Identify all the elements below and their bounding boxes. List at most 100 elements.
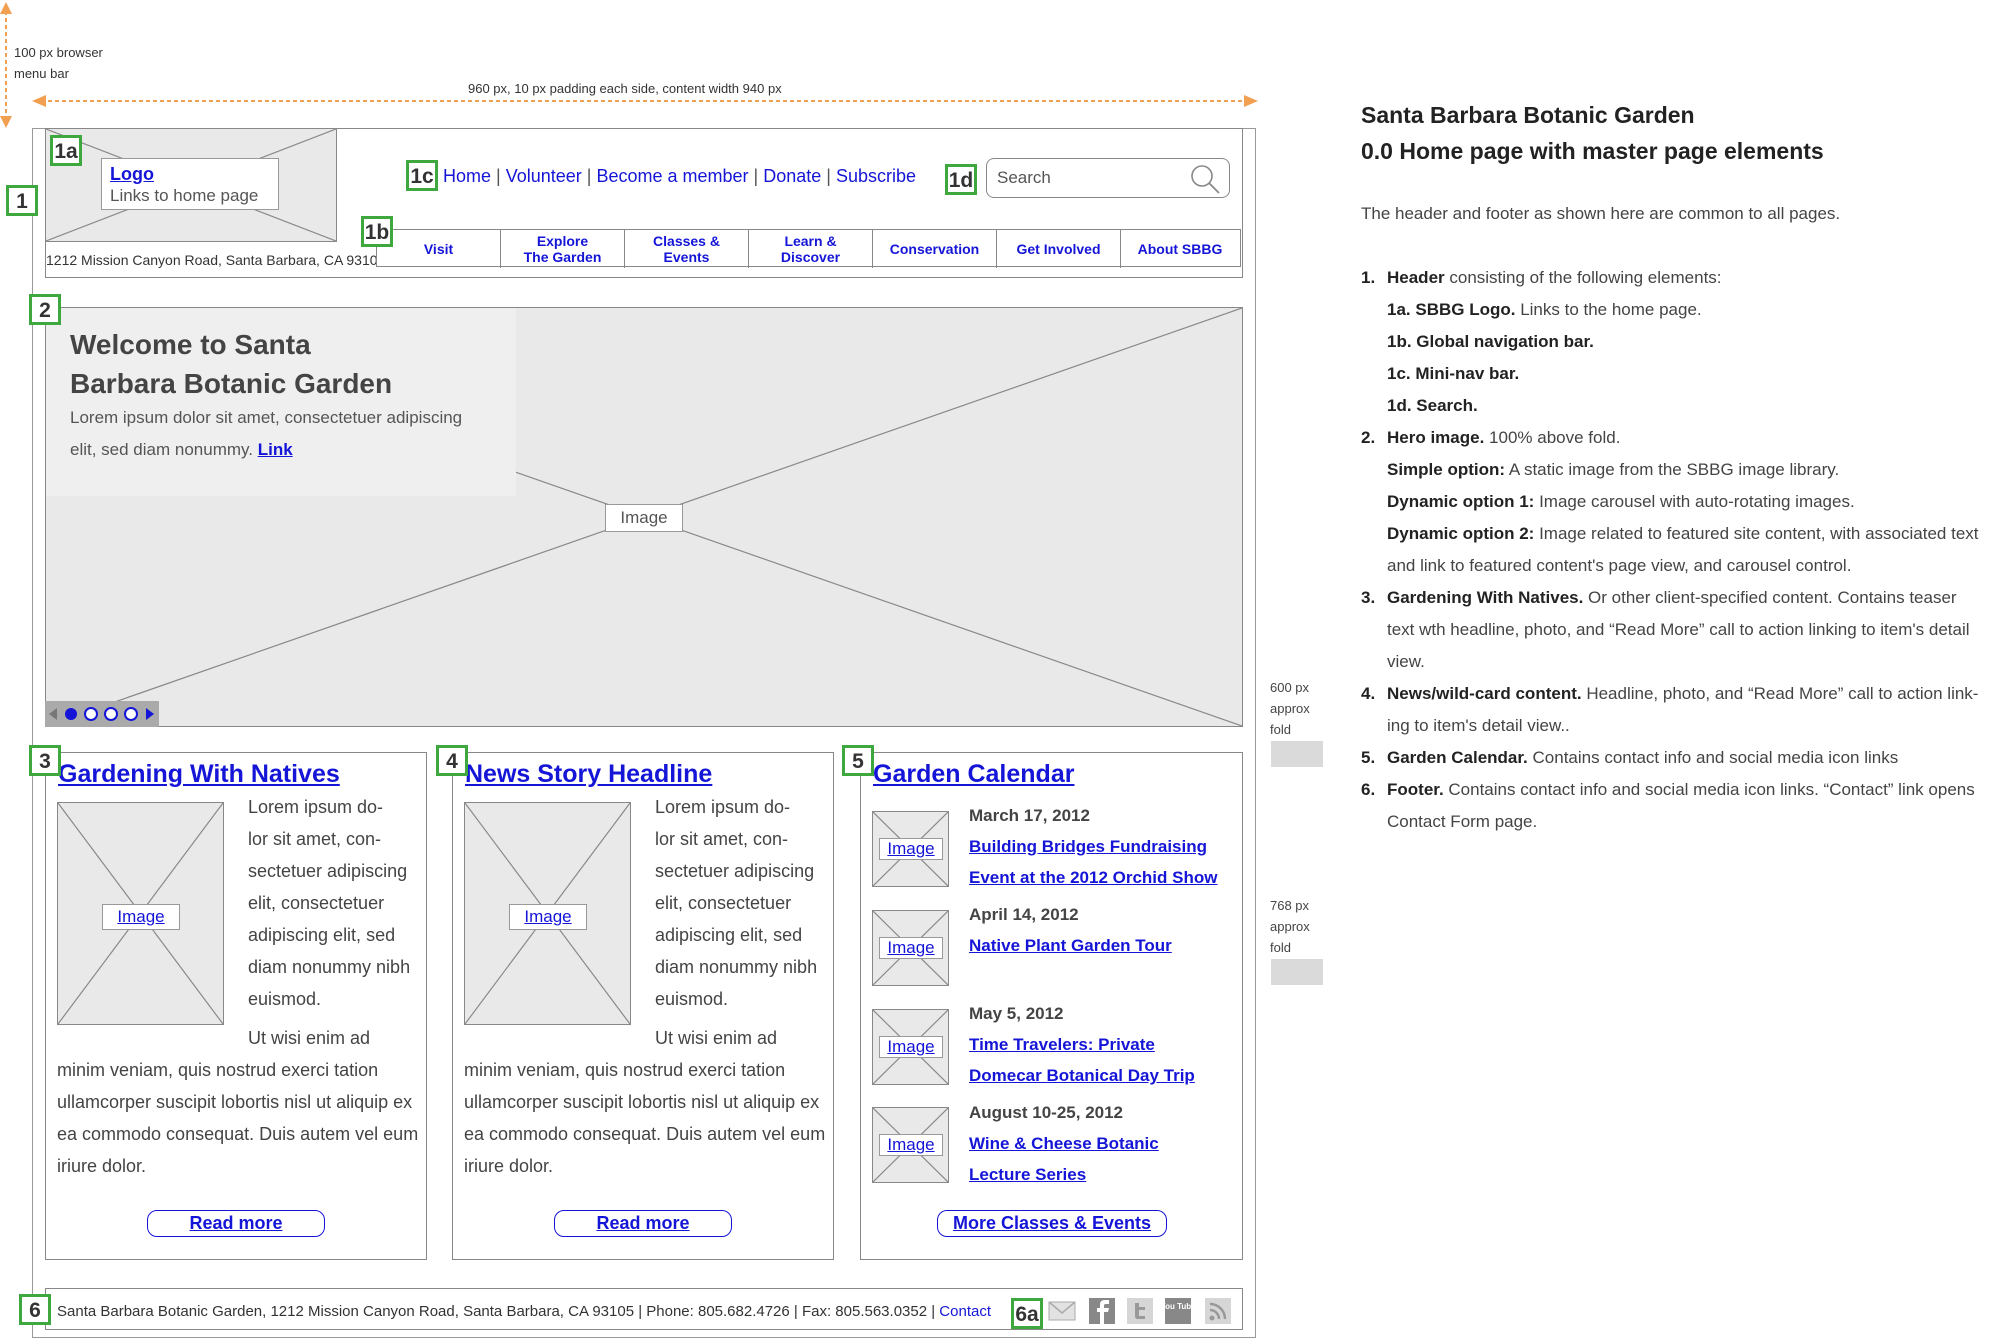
carousel-dot-1[interactable] xyxy=(65,708,77,720)
notes-item-text: Image carousel with auto-rotating images… xyxy=(1534,492,1855,511)
natives-read-more-button[interactable]: Read more xyxy=(147,1210,325,1237)
nav-classes-events[interactable]: Classes & Events xyxy=(625,230,749,268)
notes-item: 4. News/wild-card content. Headline, phot… xyxy=(1361,678,2000,710)
footer-text: Santa Barbara Botanic Garden, 1212 Missi… xyxy=(57,1303,991,1320)
carousel-dot-4[interactable] xyxy=(124,707,138,721)
calendar-event-2-date: April 14, 2012 xyxy=(969,905,1079,924)
natives-image-label: Image xyxy=(102,904,180,930)
notes-item: 6. Footer. Contains contact info and soci… xyxy=(1361,774,2000,806)
carousel-dot-2[interactable] xyxy=(84,707,98,721)
notes-item-bold: 1a. SBBG Logo. xyxy=(1387,300,1516,319)
calendar-event-4-image-label: Image xyxy=(879,1134,943,1156)
logo-link[interactable]: Logo xyxy=(110,163,270,185)
calendar-event-1-title[interactable]: Building Bridges Fundraising Event at the… xyxy=(969,831,1217,893)
news-image-label: Image xyxy=(509,904,587,930)
facebook-icon[interactable] xyxy=(1088,1297,1116,1325)
notes-item-text: Image related to featured site content, … xyxy=(1534,524,1979,543)
natives-side-text: Lorem ipsum do-lor sit amet, con-sectetu… xyxy=(248,797,411,1009)
notes-item-text: Contains contact info and social media i… xyxy=(1443,780,1975,799)
width-note: 960 px, 10 px padding each side, content… xyxy=(468,81,782,96)
news-read-more-button[interactable]: Read more xyxy=(554,1210,732,1237)
mini-nav: Home | Volunteer | Become a member | Don… xyxy=(443,166,916,186)
news-side-text: Lorem ipsum do-lor sit amet, con-sectetu… xyxy=(655,797,818,1009)
notes-item: Simple option: A static image from the S… xyxy=(1361,454,2000,486)
notes-item-bold: Header xyxy=(1387,268,1445,287)
news-title[interactable]: News Story Headline xyxy=(465,760,712,789)
notes-item-text: Headline, photo, and “Read More” call to… xyxy=(1581,684,1979,703)
carousel-dot-3[interactable] xyxy=(104,707,118,721)
hero-link[interactable]: Link xyxy=(258,440,293,459)
calendar-event-4-image[interactable]: Image xyxy=(872,1107,949,1183)
nav-learn-discover[interactable]: Learn & Discover xyxy=(749,230,873,268)
notes-item-text: Contact Form page. xyxy=(1387,812,1538,831)
twitter-icon[interactable] xyxy=(1126,1297,1154,1325)
notes-item-bold: 1b. Global navigation bar. xyxy=(1387,332,1594,351)
natives-title[interactable]: Gardening With Natives xyxy=(58,760,340,789)
notes-item-bold: Gardening With Natives. xyxy=(1387,588,1584,607)
social-icons: You Tube xyxy=(1048,1297,1234,1325)
search-icon[interactable] xyxy=(1189,163,1221,195)
tag-1d: 1d xyxy=(945,164,977,195)
tag-4: 4 xyxy=(436,745,468,776)
email-icon[interactable] xyxy=(1048,1297,1076,1325)
tag-5: 5 xyxy=(842,745,874,776)
tag-6a: 6a xyxy=(1011,1298,1043,1329)
calendar-event-1-image[interactable]: Image xyxy=(872,811,949,887)
notes-item: and link to featured content's page view… xyxy=(1361,550,2000,582)
carousel-next-icon[interactable] xyxy=(146,708,154,720)
mini-nav-donate[interactable]: Donate xyxy=(763,166,821,186)
notes-item: 1. Header consisting of the following ele… xyxy=(1361,262,2000,294)
carousel-prev-icon[interactable] xyxy=(49,708,57,720)
tag-3: 3 xyxy=(29,745,61,776)
more-classes-events-button[interactable]: More Classes & Events xyxy=(937,1210,1167,1237)
calendar-event-2-image[interactable]: Image xyxy=(872,910,949,986)
calendar-event-4-title[interactable]: Wine & Cheese Botanic Lecture Series xyxy=(969,1128,1159,1190)
carousel-control xyxy=(45,701,159,727)
footer-contact-link[interactable]: Contact xyxy=(939,1303,991,1320)
notes-item-number: 2. xyxy=(1361,428,1376,447)
youtube-icon[interactable]: You Tube xyxy=(1164,1297,1192,1325)
natives-wrap-text: Ut wisi enim ad minim veniam, quis nostru… xyxy=(57,1028,419,1176)
fold-768-marker xyxy=(1271,959,1323,985)
browser-bar-note: 100 px browser menu bar xyxy=(14,45,103,81)
mini-nav-home[interactable]: Home xyxy=(443,166,491,186)
calendar-event-3-date: May 5, 2012 xyxy=(969,1004,1064,1023)
rss-icon[interactable] xyxy=(1204,1297,1232,1325)
notes-intro: The header and footer as shown here are … xyxy=(1361,204,1841,223)
nav-explore-garden[interactable]: Explore The Garden xyxy=(501,230,625,268)
notes-title: Santa Barbara Botanic Garden 0.0 Home pag… xyxy=(1361,102,1824,164)
notes-item-text: Contains contact info and social media i… xyxy=(1527,748,1899,767)
nav-about-sbbg[interactable]: About SBBG xyxy=(1121,230,1239,268)
mini-nav-subscribe[interactable]: Subscribe xyxy=(836,166,916,186)
global-nav: Visit Explore The Garden Classes & Events … xyxy=(376,229,1241,268)
notes-item: 2. Hero image. 100% above fold. xyxy=(1361,422,2000,454)
tag-2: 2 xyxy=(29,294,61,325)
calendar-event-3-image-label: Image xyxy=(879,1036,943,1058)
mini-nav-volunteer[interactable]: Volunteer xyxy=(506,166,582,186)
calendar-event-1-image-label: Image xyxy=(879,838,943,860)
notes-item-text: and link to featured content's page view… xyxy=(1387,556,1852,575)
notes-item: 1a. SBBG Logo. Links to the home page. xyxy=(1361,294,2000,326)
nav-visit[interactable]: Visit xyxy=(377,230,501,268)
calendar-event-1-date: March 17, 2012 xyxy=(969,806,1090,825)
search-field[interactable]: Search xyxy=(986,158,1230,198)
logo-label-box[interactable]: Logo Links to home page xyxy=(101,158,279,210)
calendar-event-3-image[interactable]: Image xyxy=(872,1009,949,1085)
notes-item-text: 100% above fold. xyxy=(1484,428,1621,447)
hero-text: Lorem ipsum dolor sit amet, consectetuer… xyxy=(70,408,463,459)
nav-conservation[interactable]: Conservation xyxy=(873,230,997,268)
logo-subtext: Links to home page xyxy=(110,186,259,205)
calendar-event-2-title[interactable]: Native Plant Garden Tour xyxy=(969,930,1172,961)
notes-item: 1c. Mini-nav bar. xyxy=(1361,358,2000,390)
notes-item-bold: Hero image. xyxy=(1387,428,1485,447)
tag-6: 6 xyxy=(19,1294,51,1325)
notes-item: 3. Gardening With Natives. Or other clien… xyxy=(1361,582,2000,614)
calendar-event-3-title[interactable]: Time Travelers: Private Domecar Botanical… xyxy=(969,1029,1195,1091)
nav-get-involved[interactable]: Get Involved xyxy=(997,230,1121,268)
youtube-glyph: You Tube xyxy=(1164,1302,1192,1311)
notes-item-bold: Dynamic option 2: xyxy=(1387,524,1535,543)
notes-item-bold: Simple option: xyxy=(1387,460,1506,479)
calendar-title[interactable]: Garden Calendar xyxy=(873,760,1074,789)
mini-nav-become-member[interactable]: Become a member xyxy=(596,166,748,186)
fold-600-marker xyxy=(1271,741,1323,767)
